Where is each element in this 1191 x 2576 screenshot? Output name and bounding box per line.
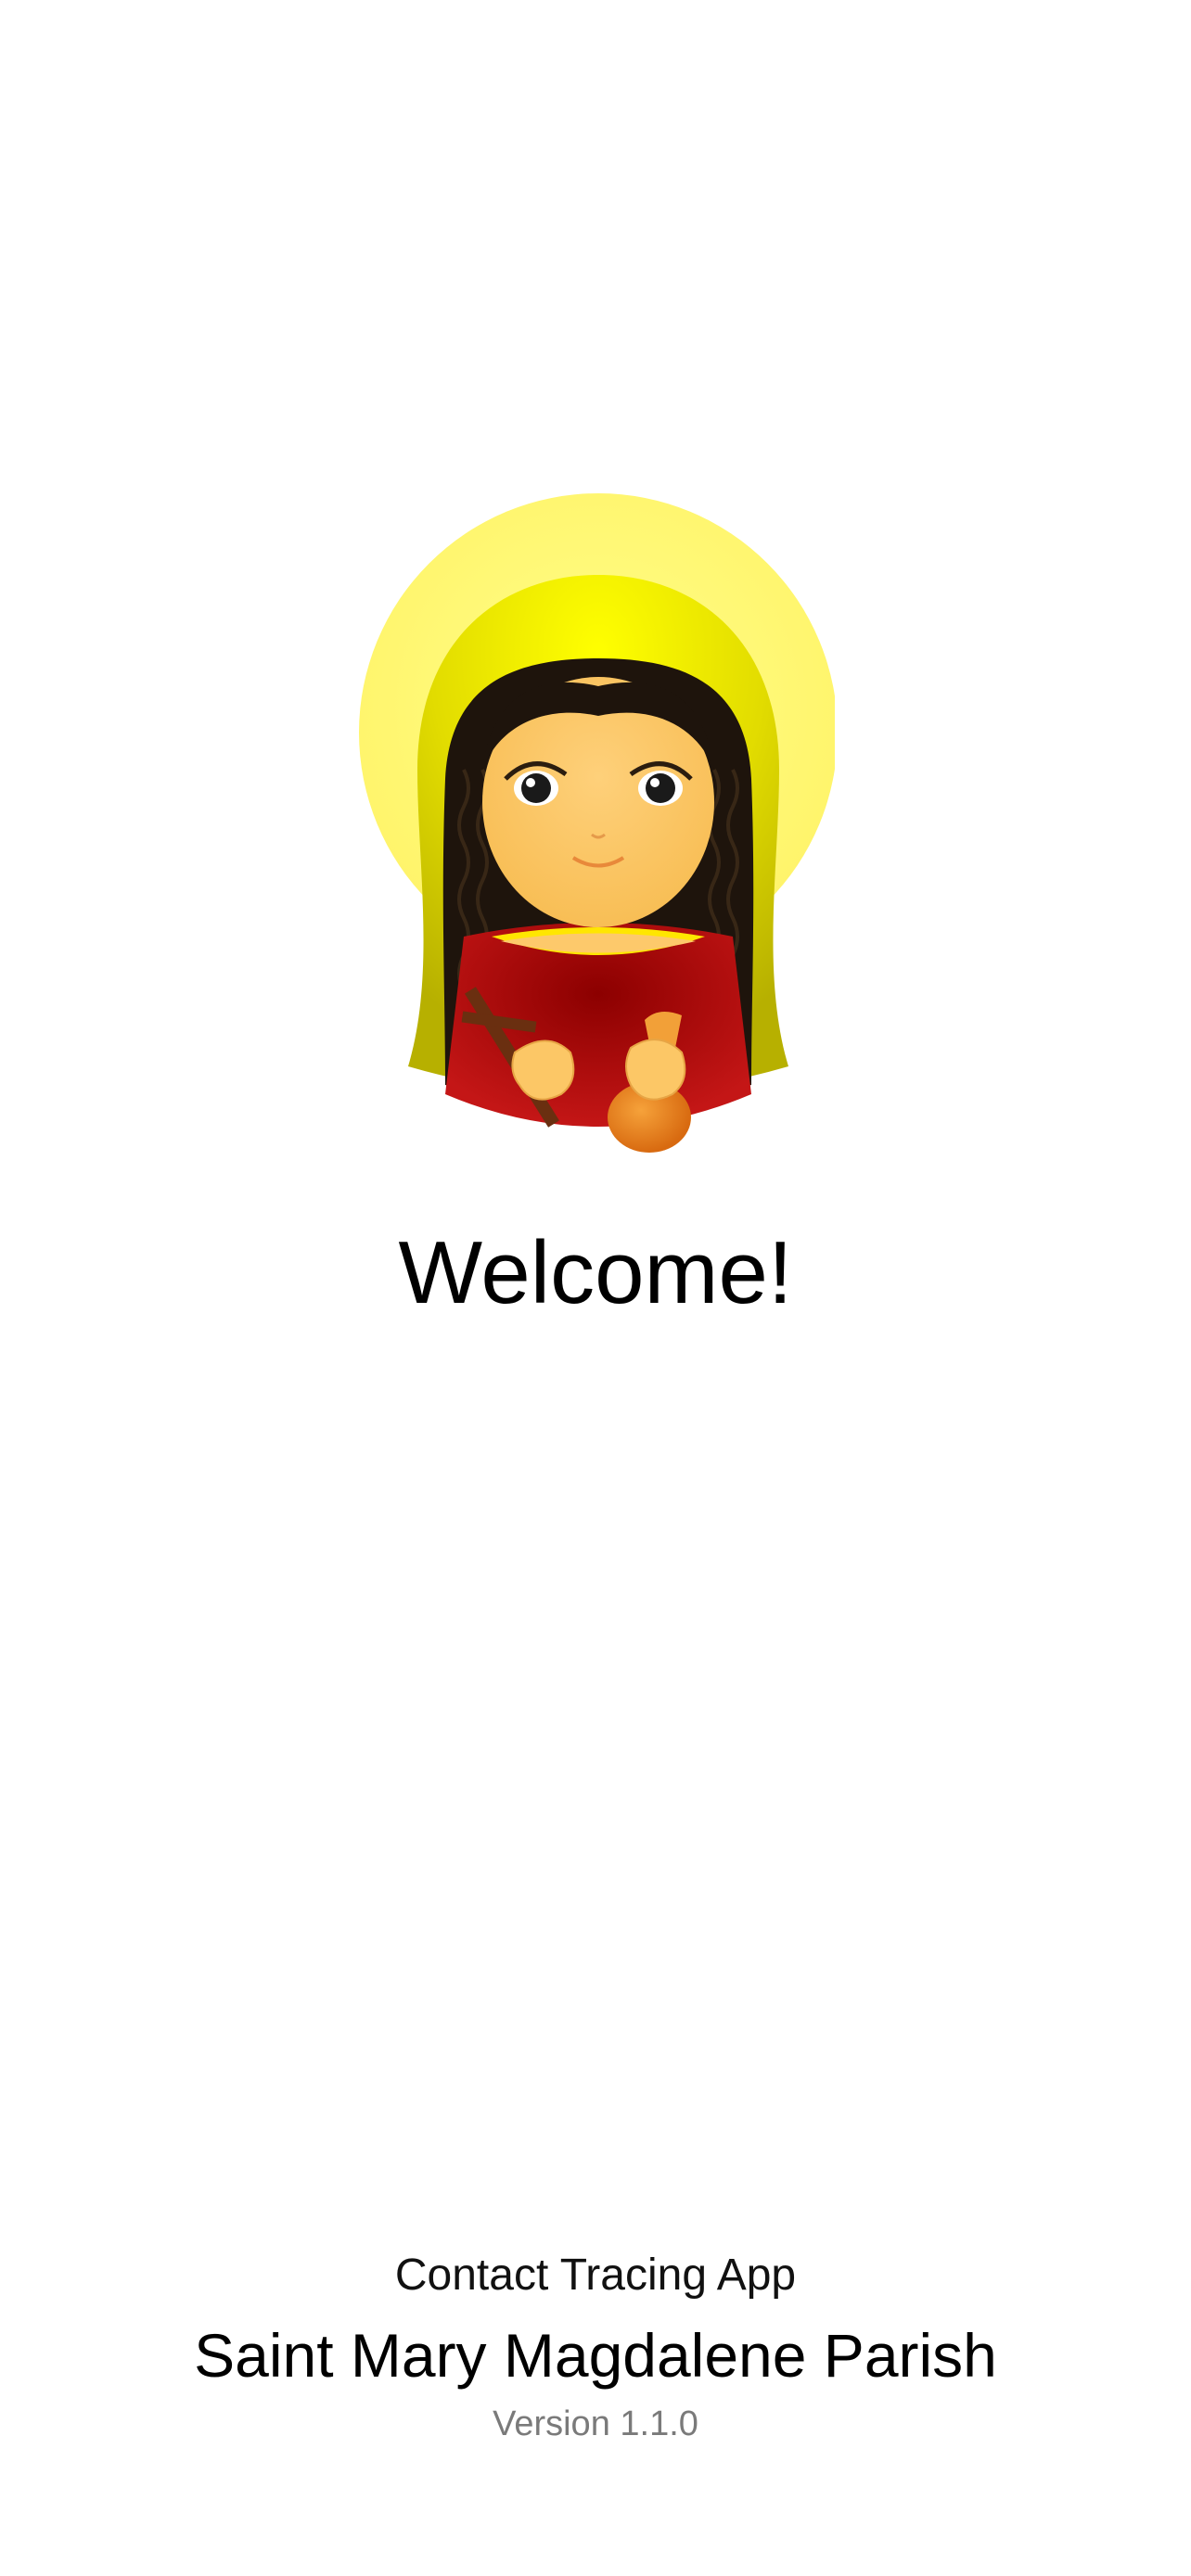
splash-screen: Welcome! Contact Tracing App Saint Mary … — [0, 0, 1191, 2576]
parish-name-label: Saint Mary Magdalene Parish — [194, 2320, 997, 2390]
app-name-label: Contact Tracing App — [394, 2251, 797, 2300]
welcome-heading: Welcome! — [398, 1223, 793, 1322]
saint-illustration-icon — [352, 473, 838, 1178]
version-label: Version 1.1.0 — [493, 2404, 698, 2443]
app-info-footer: Contact Tracing App Saint Mary Magdalene… — [0, 2249, 1191, 2445]
